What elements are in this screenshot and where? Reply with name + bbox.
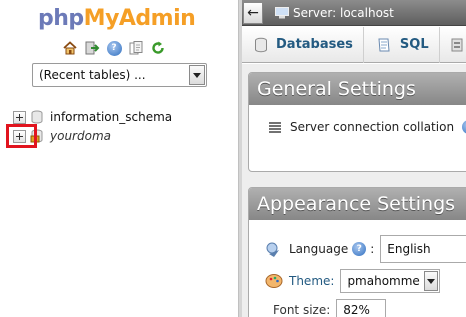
font-size-select[interactable]: 82% (336, 299, 387, 317)
phpmyadmin-logo[interactable]: phpMyAdmin (38, 6, 196, 31)
theme-value: pmahomme (347, 274, 420, 288)
language-label: Language (289, 242, 349, 256)
language-row: Language ? : English (265, 235, 466, 263)
database-tree-item[interactable]: information_schema (13, 109, 172, 125)
logo-php-text: php (38, 6, 84, 31)
appearance-settings-panel: Appearance Settings Language ? : English… (248, 187, 466, 317)
top-menu-tabs: Databases SQL (242, 26, 466, 63)
tab-sql[interactable]: SQL (364, 26, 440, 63)
palette-icon (265, 274, 283, 288)
reload-icon[interactable] (150, 40, 166, 56)
font-size-row: Font size: 82% (273, 299, 387, 317)
logout-icon[interactable] (84, 40, 100, 56)
theme-row: Theme: pmahomme (265, 269, 441, 293)
server-connection-collation-row: Server connection collation ? (269, 120, 466, 134)
appearance-settings-title: Appearance Settings (249, 188, 466, 220)
general-settings-panel: General Settings Server connection colla… (248, 72, 466, 172)
recent-tables-select[interactable]: (Recent tables) ... (32, 63, 207, 87)
server-icon (275, 6, 289, 18)
tab-status[interactable] (440, 27, 466, 63)
colon-separator: : (370, 242, 375, 256)
language-value: English (387, 242, 431, 256)
nav-icon-bar: ? (62, 40, 166, 56)
database-icon (31, 110, 43, 124)
collapse-navigation-button[interactable]: ← (243, 1, 263, 24)
font-size-label: Font size: (273, 303, 331, 317)
collation-list-icon (269, 122, 281, 133)
highlight-annotation-box (6, 124, 37, 148)
navigation-panel: phpMyAdmin ? (Recent tables) ... informa… (0, 0, 238, 317)
font-size-value: 82% (343, 303, 370, 317)
help-icon[interactable]: ? (352, 242, 367, 256)
theme-select[interactable]: pmahomme (340, 269, 441, 293)
status-icon (451, 38, 463, 51)
help-icon[interactable]: ? (462, 120, 466, 134)
theme-link[interactable]: Theme: (289, 274, 334, 288)
tab-sql-label: SQL (399, 37, 429, 52)
chevron-down-icon[interactable] (424, 271, 439, 291)
server-breadcrumb-link[interactable]: Server: localhost (293, 6, 394, 20)
expand-plus-icon[interactable] (13, 110, 26, 124)
sql-icon (378, 38, 390, 51)
tab-databases[interactable]: Databases (242, 26, 364, 63)
main-content: ← Server: localhost Databases SQL Genera… (242, 0, 466, 317)
logo-admin-text: MyAdmin (83, 6, 196, 31)
server-connection-collation-label: Server connection collation (290, 120, 455, 134)
language-icon (266, 242, 279, 257)
recent-tables-value: (Recent tables) ... (39, 68, 146, 82)
help-icon[interactable]: ? (106, 40, 122, 56)
database-name[interactable]: information_schema (50, 110, 172, 124)
server-breadcrumb-bar: ← Server: localhost (242, 0, 466, 26)
language-select[interactable]: English (380, 235, 466, 263)
database-icon (255, 37, 267, 52)
database-name[interactable]: yourdoma (50, 129, 111, 143)
docs-icon[interactable] (128, 40, 144, 56)
home-icon[interactable] (62, 40, 78, 56)
chevron-down-icon[interactable] (189, 65, 205, 85)
tab-databases-label: Databases (276, 37, 353, 52)
general-settings-title: General Settings (249, 73, 466, 105)
settings-area: General Settings Server connection colla… (242, 64, 466, 317)
